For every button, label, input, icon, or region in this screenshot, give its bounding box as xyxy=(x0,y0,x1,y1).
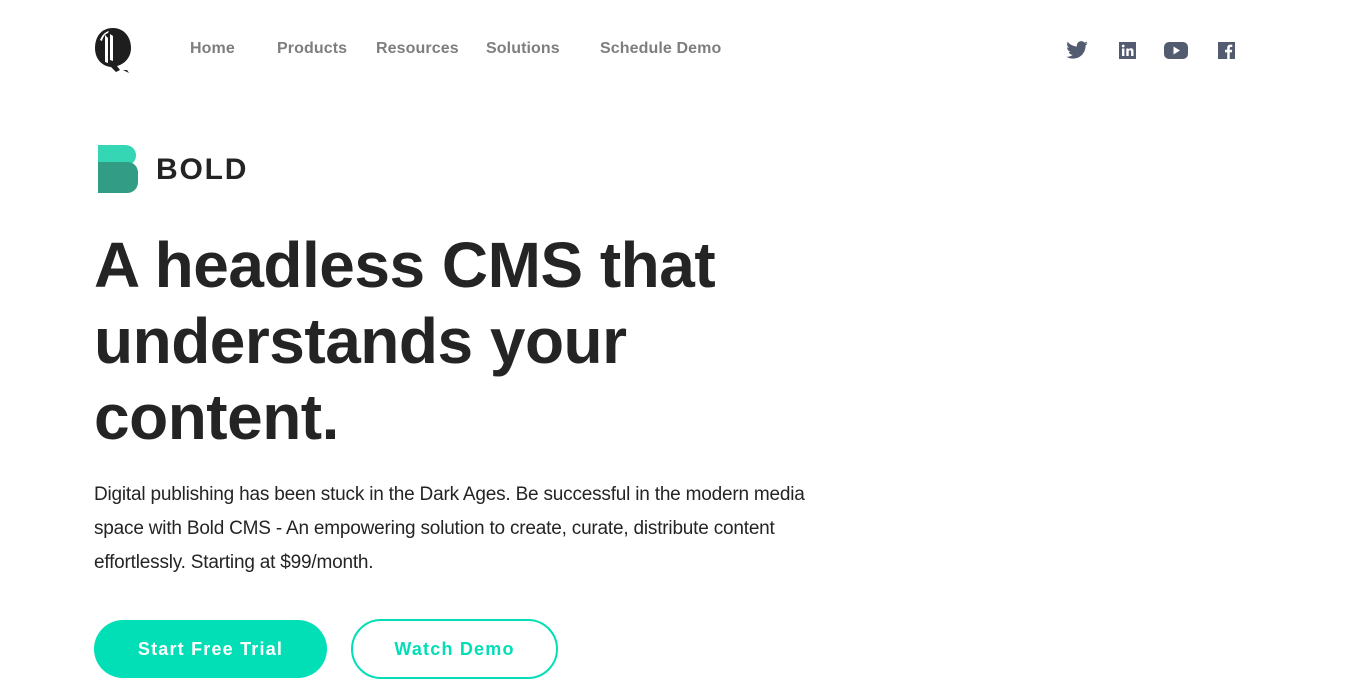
site-logo[interactable] xyxy=(93,26,133,74)
nav-resources[interactable]: Resources xyxy=(376,40,459,58)
start-free-trial-button[interactable]: Start Free Trial xyxy=(94,620,327,678)
nav-products[interactable]: Products xyxy=(277,40,347,58)
hero-title: A headless CMS that understands your con… xyxy=(94,229,716,453)
facebook-icon[interactable] xyxy=(1215,40,1237,60)
nav-solutions[interactable]: Solutions xyxy=(486,40,560,58)
bold-b-logo-icon xyxy=(98,145,138,193)
twitter-icon[interactable] xyxy=(1066,40,1088,60)
hero-description: Digital publishing has been stuck in the… xyxy=(94,484,805,573)
nav-home[interactable]: Home xyxy=(190,40,235,58)
youtube-icon[interactable] xyxy=(1163,40,1189,60)
nav-schedule-demo[interactable]: Schedule Demo xyxy=(600,40,721,58)
watch-demo-button[interactable]: Watch Demo xyxy=(351,619,558,679)
fraktur-q-logo-icon xyxy=(95,28,131,73)
brand-name: BOLD xyxy=(156,153,249,186)
bold-brand: BOLD xyxy=(97,145,297,193)
linkedin-icon[interactable] xyxy=(1116,40,1138,60)
top-navigation: Home Products Resources Solutions Schedu… xyxy=(0,0,1368,100)
